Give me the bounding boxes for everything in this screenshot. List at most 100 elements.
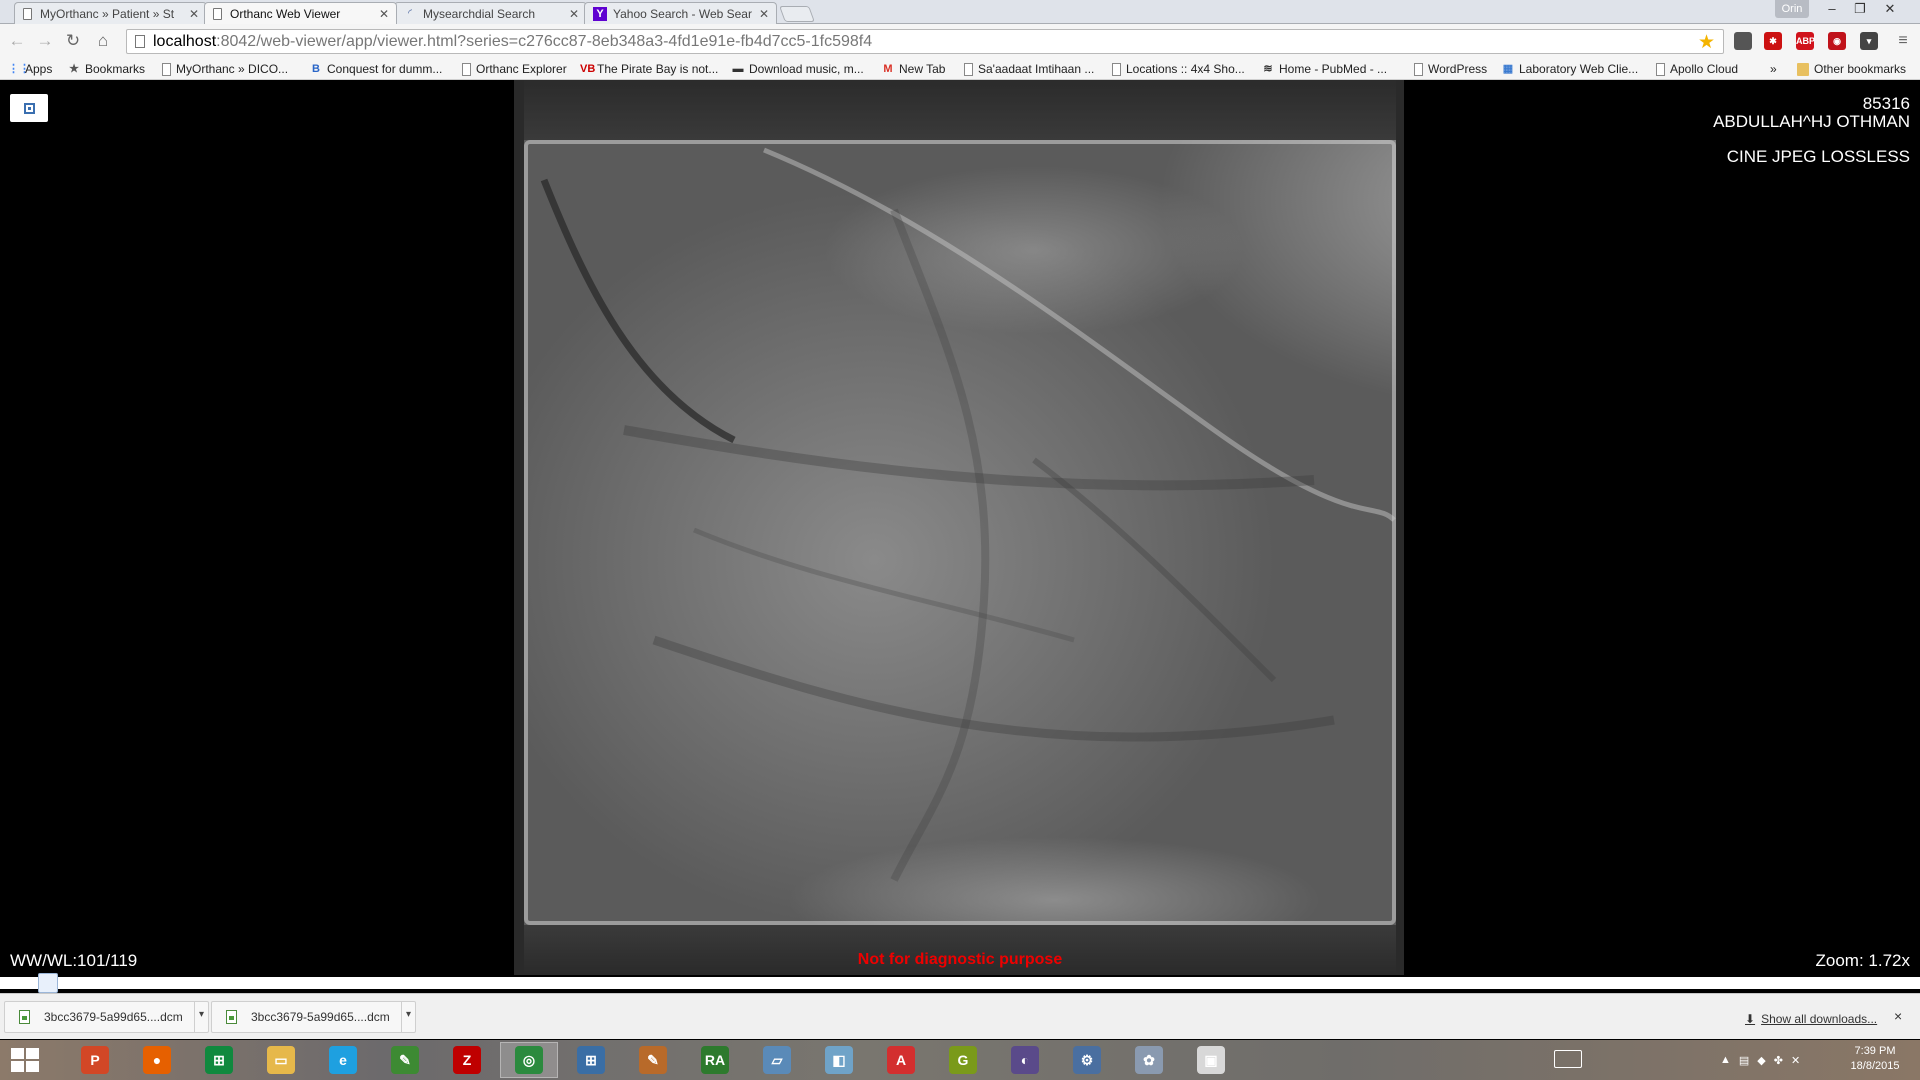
frame-slider-thumb[interactable] <box>38 973 58 993</box>
taskbar-grammarly-button[interactable]: G <box>934 1042 992 1078</box>
extension-icon[interactable] <box>1734 32 1752 50</box>
bookmark-item[interactable]: Apollo Cloud <box>1656 61 1738 77</box>
close-icon[interactable]: ✕ <box>376 7 392 21</box>
taskbar-firefox-button[interactable]: ● <box>128 1042 186 1078</box>
tab-title: Yahoo Search - Web Sear <box>613 6 752 21</box>
bookmark-item[interactable]: M New Tab <box>882 61 945 77</box>
bookmark-item[interactable]: MyOrthanc » DICO... <box>162 61 288 77</box>
pocket-icon[interactable]: ▾ <box>1860 32 1878 50</box>
tab-mysearchdial[interactable]: ◜ Mysearchdial Search ✕ <box>394 2 587 24</box>
settings-icon: ⚙ <box>1073 1046 1101 1074</box>
layout-button[interactable] <box>10 94 48 122</box>
taskbar-paint-button[interactable]: ✿ <box>1120 1042 1178 1078</box>
taskbar-network-button[interactable]: ⊞ <box>562 1042 620 1078</box>
bookmark-item[interactable]: Sa'aadaat Imtihaan ... <box>964 61 1094 77</box>
adblock-icon[interactable]: ABP <box>1796 32 1815 50</box>
taskbar-chrome-button[interactable]: ◎ <box>500 1042 558 1078</box>
taskbar-store-button[interactable]: ⊞ <box>190 1042 248 1078</box>
bookmark-item[interactable]: ▦ Laboratory Web Clie... <box>1502 61 1638 77</box>
bookmark-label: Laboratory Web Clie... <box>1519 62 1639 76</box>
bookmark-item[interactable]: ▬ Download music, m... <box>732 61 864 77</box>
bookmark-item[interactable]: Locations :: 4x4 Sho... <box>1112 61 1245 77</box>
back-icon[interactable]: ← <box>6 30 28 52</box>
tab-myorthanc[interactable]: MyOrthanc » Patient » St ✕ <box>14 2 207 24</box>
minimize-icon[interactable]: – <box>1818 0 1846 20</box>
new-tab-button[interactable] <box>779 6 815 22</box>
taskbar-tool-button[interactable]: ✎ <box>624 1042 682 1078</box>
taskbar-settings-button[interactable]: ⚙ <box>1058 1042 1116 1078</box>
download-item[interactable]: 3bcc3679-5a99d65....dcm ▾ <box>4 1001 209 1033</box>
close-icon[interactable]: ✕ <box>756 7 772 21</box>
window-close-icon[interactable]: ✕ <box>1876 0 1904 20</box>
taskbar-acrobat-button[interactable]: A <box>872 1042 930 1078</box>
start-button[interactable] <box>8 1046 40 1074</box>
taskbar-file-explorer-button[interactable]: ▭ <box>252 1042 310 1078</box>
windows-logo-pane <box>11 1061 24 1072</box>
clock[interactable]: 7:39 PM 18/8/2015 <box>1840 1044 1910 1074</box>
bookmark-star-icon[interactable]: ★ <box>1698 31 1715 54</box>
dicom-viewer[interactable]: 85316 ABDULLAH^HJ OTHMAN CINE JPEG LOSSL… <box>0 80 1920 993</box>
bookmark-item[interactable]: ⋮⋮ Apps <box>8 61 52 77</box>
taskbar-powerpoint-button[interactable]: P <box>66 1042 124 1078</box>
other-bookmarks-folder[interactable]: Other bookmarks <box>1797 61 1906 77</box>
home-icon[interactable]: ⌂ <box>92 30 114 52</box>
powerpoint-icon: P <box>81 1046 109 1074</box>
taskbar-eclipse-button[interactable]: ◐ <box>996 1042 1054 1078</box>
blogger-icon: B <box>312 62 320 75</box>
taskbar-evernote-button[interactable]: ✎ <box>376 1042 434 1078</box>
show-hidden-icons[interactable]: ▲ <box>1720 1054 1731 1066</box>
yahoo-icon: Y <box>593 6 607 21</box>
network-tray-icon[interactable]: ▤ <box>1739 1054 1749 1067</box>
tool-icon: ✎ <box>639 1046 667 1074</box>
bookmarks-overflow-button[interactable]: » <box>1770 61 1777 77</box>
mysearchdial-icon: ◜ <box>408 8 412 19</box>
close-icon[interactable]: ✕ <box>566 7 582 21</box>
reload-icon[interactable]: ↻ <box>62 30 84 52</box>
clock-date: 18/8/2015 <box>1850 1060 1900 1072</box>
lastpass-icon[interactable]: ✱ <box>1764 32 1782 50</box>
taskbar-filezilla-button[interactable]: Z <box>438 1042 496 1078</box>
taskbar-notes-button[interactable]: ◧ <box>810 1042 868 1078</box>
drive-tray-icon[interactable]: ◆ <box>1757 1054 1765 1067</box>
taskbar-radiant-button[interactable]: RA <box>686 1042 744 1078</box>
page-icon <box>135 35 145 48</box>
chevron-down-icon[interactable]: ▾ <box>401 1001 415 1033</box>
taskbar-snipping-button[interactable]: ▣ <box>1182 1042 1240 1078</box>
forward-icon[interactable]: → <box>34 30 56 52</box>
eclipse-icon: ◐ <box>1011 1046 1039 1074</box>
bookmark-item[interactable]: WordPress <box>1414 61 1487 77</box>
bookmark-label: MyOrthanc » DICO... <box>176 62 289 76</box>
evernote-icon: ✎ <box>391 1046 419 1074</box>
bookmark-item[interactable]: VB The Pirate Bay is not... <box>580 61 718 77</box>
frame-slider[interactable] <box>0 977 1920 989</box>
tab-yahoo-search[interactable]: Y Yahoo Search - Web Sear ✕ <box>584 2 777 24</box>
series-description: CINE JPEG LOSSLESS <box>1726 147 1910 166</box>
restore-icon[interactable]: ❐ <box>1846 0 1874 20</box>
profile-button[interactable]: Orin <box>1775 0 1809 18</box>
show-all-downloads-link[interactable]: ⬇ Show all downloads... <box>1745 1012 1877 1026</box>
close-download-shelf-icon[interactable]: × <box>1894 1008 1902 1024</box>
dicom-image[interactable] <box>514 80 1404 975</box>
bookmark-item[interactable]: ★ Bookmarks <box>68 61 145 77</box>
windows-logo-pane <box>26 1048 39 1059</box>
vb-icon: VB <box>580 62 596 75</box>
menu-icon[interactable]: ≡ <box>1892 30 1914 52</box>
touch-keyboard-icon[interactable] <box>1554 1050 1582 1068</box>
taskbar-scanner-button[interactable]: ▱ <box>748 1042 806 1078</box>
download-item[interactable]: 3bcc3679-5a99d65....dcm ▾ <box>211 1001 416 1033</box>
url-path: :8042/web-viewer/app/viewer.html?series=… <box>216 32 873 50</box>
close-icon[interactable]: ✕ <box>186 7 202 21</box>
chevron-down-icon[interactable]: ▾ <box>194 1001 208 1033</box>
tab-title: Mysearchdial Search <box>423 6 536 21</box>
opera-icon[interactable]: ◉ <box>1828 32 1846 50</box>
sync-tray-icon[interactable]: ✤ <box>1774 1054 1783 1067</box>
bookmark-item[interactable]: B Conquest for dumm... <box>310 61 442 77</box>
bookmark-item[interactable]: ≋ Home - PubMed - ... <box>1262 61 1387 77</box>
address-bar[interactable]: localhost:8042/web-viewer/app/viewer.htm… <box>126 29 1724 54</box>
tab-orthanc-web-viewer[interactable]: Orthanc Web Viewer ✕ <box>204 2 397 24</box>
bookmark-item[interactable]: Orthanc Explorer <box>462 61 567 77</box>
tab-title: Orthanc Web Viewer <box>230 6 341 21</box>
volume-muted-icon[interactable]: ✕ <box>1791 1054 1800 1067</box>
bookmark-label: Apps <box>25 62 53 76</box>
taskbar-internet-explorer-button[interactable]: e <box>314 1042 372 1078</box>
